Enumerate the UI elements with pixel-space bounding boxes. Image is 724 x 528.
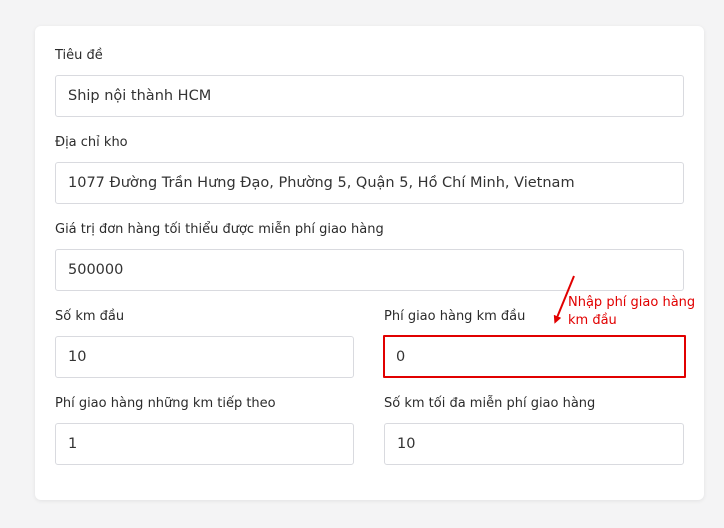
- first-km-label: Số km đầu: [55, 309, 125, 324]
- min-order-free-shipping-label: Giá trị đơn hàng tối thiểu được miễn phí…: [55, 222, 384, 237]
- next-km-fee-input[interactable]: [55, 423, 354, 465]
- title-input[interactable]: [55, 75, 684, 117]
- annotation-note: Nhập phí giao hàng km đầu: [568, 294, 708, 330]
- annotation-line-2: km đầu: [568, 313, 617, 328]
- title-label: Tiêu đề: [55, 48, 103, 63]
- first-km-fee-input[interactable]: [383, 335, 686, 378]
- warehouse-address-input[interactable]: [55, 162, 684, 204]
- first-km-fee-label: Phí giao hàng km đầu: [384, 309, 526, 324]
- first-km-input[interactable]: [55, 336, 354, 378]
- max-free-km-input[interactable]: [384, 423, 684, 465]
- next-km-fee-label: Phí giao hàng những km tiếp theo: [55, 396, 276, 411]
- warehouse-address-label: Địa chỉ kho: [55, 135, 128, 150]
- max-free-km-label: Số km tối đa miễn phí giao hàng: [384, 396, 596, 411]
- annotation-line-1: Nhập phí giao hàng: [568, 295, 696, 310]
- min-order-free-shipping-input[interactable]: [55, 249, 684, 291]
